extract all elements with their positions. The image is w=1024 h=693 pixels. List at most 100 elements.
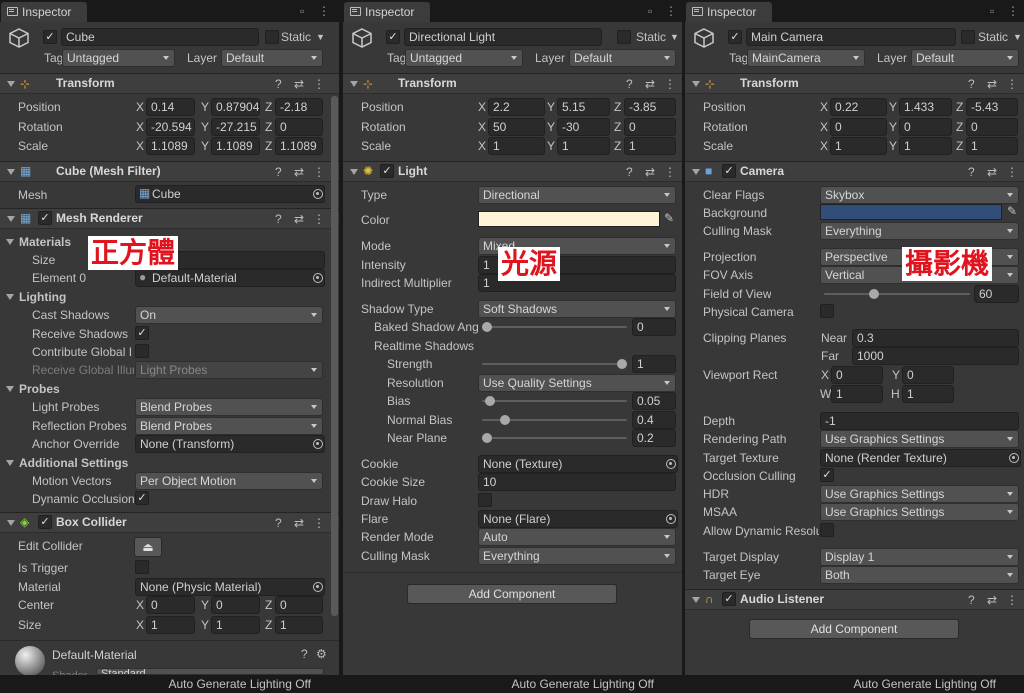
eyedropper-icon[interactable]: ✎ xyxy=(664,211,674,226)
scale-label[interactable]: Scale xyxy=(18,138,48,154)
axis-y[interactable]: Y xyxy=(201,597,209,613)
active-checkbox[interactable]: ✓ xyxy=(728,30,742,44)
axis-y[interactable]: Y xyxy=(201,617,209,633)
kebab-menu-icon[interactable]: ⋮ xyxy=(313,516,325,530)
preset-icon[interactable]: ⇄ xyxy=(294,212,304,226)
layer-dropdown[interactable]: Default xyxy=(221,49,323,67)
kebab-menu-icon[interactable]: ⋮ xyxy=(313,77,325,91)
shader-dropdown[interactable]: Standard xyxy=(96,668,324,675)
axis-y[interactable]: Y xyxy=(547,99,555,115)
culling-mask-dropdown[interactable]: Everything xyxy=(478,547,676,565)
rotation-x[interactable]: 50 xyxy=(488,118,545,136)
msaa-dropdown[interactable]: Use Graphics Settings xyxy=(820,503,1019,521)
transform-header[interactable]: ⊹ Transform ? ⇄ ⋮ xyxy=(343,73,682,94)
materials-label[interactable]: Materials xyxy=(19,234,71,250)
rotation-y[interactable]: 0 xyxy=(899,118,952,136)
slider-handle[interactable] xyxy=(482,322,492,332)
axis-x[interactable]: X xyxy=(136,99,144,115)
center-z[interactable]: 0 xyxy=(275,596,323,614)
axis-z[interactable]: Z xyxy=(956,138,963,154)
preset-icon[interactable]: ⇄ xyxy=(294,77,304,91)
static-checkbox[interactable] xyxy=(265,30,279,44)
preset-icon[interactable]: ⇄ xyxy=(645,165,655,179)
transform-header[interactable]: ⊹ Transform ? ⇄ ⋮ xyxy=(685,73,1024,94)
object-picker-icon[interactable] xyxy=(666,459,676,469)
object-picker-icon[interactable] xyxy=(666,514,676,524)
kebab-menu-icon[interactable]: ⋮ xyxy=(1007,4,1019,18)
anchor-override-field[interactable]: None (Transform) xyxy=(135,435,325,453)
center-y[interactable]: 0 xyxy=(211,596,260,614)
clear-flags-dropdown[interactable]: Skybox xyxy=(820,186,1019,204)
kebab-menu-icon[interactable]: ⋮ xyxy=(665,4,677,18)
culling-mask-dropdown[interactable]: Everything xyxy=(820,222,1019,240)
static-dropdown-icon[interactable]: ▼ xyxy=(316,29,325,45)
bias-field[interactable]: 0.05 xyxy=(632,392,676,410)
help-icon[interactable]: ? xyxy=(275,77,282,91)
dynamic-occlusion-checkbox[interactable]: ✓ xyxy=(135,491,149,505)
bias-slider[interactable] xyxy=(482,396,627,406)
position-z[interactable]: -3.85 xyxy=(624,98,676,116)
name-field[interactable]: Main Camera xyxy=(746,28,956,46)
rotation-label[interactable]: Rotation xyxy=(18,119,63,135)
allow-dynamic-resolution-checkbox[interactable] xyxy=(820,523,834,537)
additional-settings-label[interactable]: Additional Settings xyxy=(19,455,128,471)
static-label[interactable]: Static xyxy=(978,29,1008,45)
axis-z[interactable]: Z xyxy=(614,99,621,115)
mesh-field[interactable]: ▦ Cube xyxy=(135,185,325,203)
normal-bias-slider[interactable] xyxy=(482,415,627,425)
foldout-arrow-icon[interactable] xyxy=(692,597,700,603)
tag-dropdown[interactable]: Untagged xyxy=(405,49,523,67)
position-label[interactable]: Position xyxy=(361,99,404,115)
size-x[interactable]: 1 xyxy=(146,616,195,634)
viewport-w-field[interactable]: 1 xyxy=(831,385,883,403)
material-preview-sphere[interactable] xyxy=(15,646,45,676)
light-header[interactable]: ✺ ✓ Light ? ⇄ ⋮ xyxy=(343,161,682,182)
tab-inspector[interactable]: Inspector xyxy=(1,2,87,22)
scale-label[interactable]: Scale xyxy=(361,138,391,154)
foldout-arrow-icon[interactable] xyxy=(6,294,14,300)
near-plane-slider[interactable] xyxy=(482,433,627,443)
scale-y[interactable]: 1 xyxy=(557,137,610,155)
rotation-y[interactable]: -30 xyxy=(557,118,610,136)
near-plane-field[interactable]: 0.2 xyxy=(632,429,676,447)
edit-collider-button[interactable]: ⏏ xyxy=(134,537,162,557)
background-color-swatch[interactable] xyxy=(820,204,1002,220)
help-icon[interactable]: ? xyxy=(275,516,282,530)
shadow-type-dropdown[interactable]: Soft Shadows xyxy=(478,300,676,318)
position-label[interactable]: Position xyxy=(703,99,746,115)
kebab-menu-icon[interactable]: ⋮ xyxy=(313,212,325,226)
strength-slider[interactable] xyxy=(482,359,627,369)
viewport-y-field[interactable]: 0 xyxy=(902,366,954,384)
rotation-z[interactable]: 0 xyxy=(275,118,323,136)
near-label[interactable]: Near xyxy=(821,330,847,346)
axis-y[interactable]: Y xyxy=(547,138,555,154)
static-label[interactable]: Static xyxy=(281,29,311,45)
axis-x[interactable]: X xyxy=(821,367,829,383)
cast-shadows-dropdown[interactable]: On xyxy=(135,306,323,324)
position-x[interactable]: 0.14 xyxy=(146,98,195,116)
size-z[interactable]: 1 xyxy=(275,616,323,634)
target-eye-dropdown[interactable]: Both xyxy=(820,566,1019,584)
axis-y[interactable]: Y xyxy=(201,99,209,115)
kebab-menu-icon[interactable]: ⋮ xyxy=(664,165,676,179)
motion-vectors-dropdown[interactable]: Per Object Motion xyxy=(135,472,323,490)
tab-inspector[interactable]: Inspector xyxy=(344,2,430,22)
foldout-arrow-icon[interactable] xyxy=(7,520,15,526)
axis-z[interactable]: Z xyxy=(265,617,272,633)
strength-field[interactable]: 1 xyxy=(632,355,676,373)
preset-icon[interactable]: ⇄ xyxy=(987,77,997,91)
axis-x[interactable]: X xyxy=(136,617,144,633)
light-probes-dropdown[interactable]: Blend Probes xyxy=(135,398,323,416)
contribute-gi-checkbox[interactable] xyxy=(135,344,149,358)
hdr-dropdown[interactable]: Use Graphics Settings xyxy=(820,485,1019,503)
probes-label[interactable]: Probes xyxy=(19,381,60,397)
help-icon[interactable]: ? xyxy=(275,165,282,179)
object-picker-icon[interactable] xyxy=(313,582,323,592)
tab-inspector[interactable]: Inspector xyxy=(686,2,772,22)
add-component-button[interactable]: Add Component xyxy=(749,619,959,639)
object-picker-icon[interactable] xyxy=(313,189,323,199)
axis-x[interactable]: X xyxy=(820,99,828,115)
is-trigger-checkbox[interactable] xyxy=(135,560,149,574)
axis-y[interactable]: Y xyxy=(547,119,555,135)
scale-x[interactable]: 1 xyxy=(830,137,887,155)
